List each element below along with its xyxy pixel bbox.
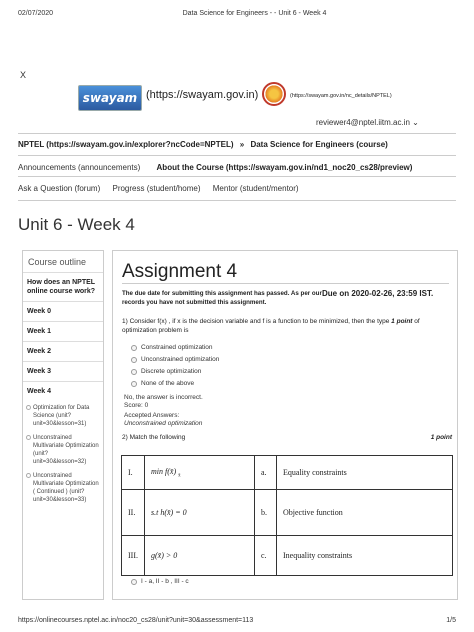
row-expression: s.t h(x̄) = 0 bbox=[144, 489, 255, 536]
page-title: Unit 6 - Week 4 bbox=[18, 215, 135, 234]
q1-option-1[interactable]: Constrained optimization bbox=[131, 344, 213, 351]
close-icon[interactable]: X bbox=[20, 70, 26, 80]
lesson-status-icon bbox=[26, 405, 31, 410]
row-number: I. bbox=[121, 455, 145, 490]
expression: min f(x̄) bbox=[151, 466, 177, 476]
nav-about[interactable]: About the Course (https://swayam.gov.in/… bbox=[157, 163, 413, 172]
print-url: https://onlinecourses.nptel.ac.in/noc20_… bbox=[18, 617, 254, 624]
sidebar-item-week-0[interactable]: Week 0 bbox=[23, 302, 103, 322]
assignment-title: Assignment 4 bbox=[122, 261, 238, 282]
chevron-down-icon: ⌄ bbox=[412, 118, 419, 127]
nptel-link[interactable]: (https://swayam.gov.in/nc_details/NPTEL) bbox=[290, 93, 392, 99]
due-note: The due date for submitting this assignm… bbox=[122, 290, 322, 306]
assignment-panel: Assignment 4 The due date for submitting… bbox=[112, 250, 458, 600]
option-label: Unconstrained optimization bbox=[141, 356, 220, 363]
swayam-logo-text: swayam bbox=[82, 91, 138, 105]
sidebar-item-how-it-works[interactable]: How does an NPTEL online course work? bbox=[23, 273, 103, 302]
option-label: Discrete optimization bbox=[141, 368, 202, 375]
question-1-points: 1 point bbox=[391, 318, 413, 325]
row-letter: a. bbox=[254, 455, 277, 490]
nav-ask-question[interactable]: Ask a Question (forum) bbox=[18, 184, 100, 193]
nav-progress[interactable]: Progress (student/home) bbox=[112, 184, 200, 193]
sidebar-lesson[interactable]: Optimization for Data Science (unit?unit… bbox=[23, 401, 103, 431]
breadcrumb-course[interactable]: Data Science for Engineers (course) bbox=[250, 140, 387, 149]
user-menu[interactable]: reviewer4@nptel.iitm.ac.in ⌄ bbox=[316, 118, 419, 127]
row-description: Equality constraints bbox=[276, 455, 453, 490]
divider bbox=[18, 200, 456, 201]
sidebar-lesson[interactable]: Unconstrained Multivariate Optimization … bbox=[23, 431, 103, 469]
expression-subscript: x̄ bbox=[178, 473, 181, 479]
row-description: Objective function bbox=[276, 489, 453, 536]
print-date: 02/07/2020 bbox=[18, 10, 54, 17]
table-row: I. min f(x̄) x̄ a. Equality constraints bbox=[121, 455, 453, 490]
question-2-points: 1 point bbox=[430, 434, 452, 441]
breadcrumb-nptel[interactable]: NPTEL (https://swayam.gov.in/explorer?nc… bbox=[18, 140, 234, 149]
course-nav-row-1: Announcements (announcements) About the … bbox=[18, 163, 412, 172]
q1-option-2[interactable]: Unconstrained optimization bbox=[131, 356, 219, 363]
radio-icon[interactable] bbox=[131, 356, 137, 363]
q1-accepted-answer: Unconstrained optimization bbox=[124, 420, 203, 427]
lesson-status-icon bbox=[26, 435, 31, 440]
breadcrumb: NPTEL (https://swayam.gov.in/explorer?nc… bbox=[18, 140, 388, 149]
row-letter: c. bbox=[254, 535, 277, 576]
print-title: Data Science for Engineers - - Unit 6 - … bbox=[182, 10, 327, 17]
row-description: Inequality constraints bbox=[276, 535, 453, 576]
print-page-number: 1/5 bbox=[446, 617, 456, 624]
breadcrumb-separator: » bbox=[239, 140, 245, 149]
sidebar-lesson[interactable]: Unconstrained Multivariate Optimization … bbox=[23, 469, 103, 507]
table-row: III. g(x̄) > 0 c. Inequality constraints bbox=[121, 535, 453, 576]
due-date: Due on 2020-02-26, 23:59 IST. bbox=[322, 289, 434, 298]
nptel-logo[interactable] bbox=[262, 82, 286, 106]
sidebar-lesson-label: Unconstrained Multivariate Optimization … bbox=[33, 473, 99, 503]
radio-icon[interactable] bbox=[131, 380, 137, 387]
q1-option-4[interactable]: None of the above bbox=[131, 380, 194, 387]
course-nav-row-2: Ask a Question (forum) Progress (student… bbox=[18, 184, 309, 193]
row-expression: min f(x̄) x̄ bbox=[144, 455, 255, 490]
option-label: Constrained optimization bbox=[141, 344, 213, 351]
nav-mentor[interactable]: Mentor (student/mentor) bbox=[213, 184, 299, 193]
sidebar-item-week-2[interactable]: Week 2 bbox=[23, 342, 103, 362]
sidebar-item-week-3[interactable]: Week 3 bbox=[23, 362, 103, 382]
radio-icon[interactable] bbox=[131, 344, 137, 351]
divider bbox=[122, 283, 449, 284]
divider bbox=[18, 176, 456, 177]
user-email: reviewer4@nptel.iitm.ac.in bbox=[316, 118, 410, 127]
swayam-link[interactable]: (https://swayam.gov.in) bbox=[146, 89, 258, 101]
sidebar-item-week-4[interactable]: Week 4 bbox=[23, 382, 103, 401]
q1-score: Score: 0 bbox=[124, 402, 149, 409]
sidebar-lesson-label: Unconstrained Multivariate Optimization … bbox=[33, 435, 99, 465]
table-row: II. s.t h(x̄) = 0 b. Objective function bbox=[121, 489, 453, 536]
radio-icon[interactable] bbox=[131, 368, 137, 375]
row-number: III. bbox=[121, 535, 145, 576]
row-letter: b. bbox=[254, 489, 277, 536]
print-header: 02/07/2020 Data Science for Engineers - … bbox=[18, 10, 456, 17]
lesson-status-icon bbox=[26, 473, 31, 478]
option-label: I - a, II - b , III - c bbox=[141, 578, 189, 585]
divider bbox=[18, 155, 456, 156]
row-expression: g(x̄) > 0 bbox=[144, 535, 255, 576]
sidebar-item-week-1[interactable]: Week 1 bbox=[23, 322, 103, 342]
match-table: I. min f(x̄) x̄ a. Equality constraints … bbox=[121, 455, 453, 576]
q1-option-3[interactable]: Discrete optimization bbox=[131, 368, 201, 375]
divider bbox=[18, 133, 456, 134]
q2-option-1[interactable]: I - a, II - b , III - c bbox=[131, 578, 189, 585]
sidebar-lesson-label: Optimization for Data Science (unit?unit… bbox=[33, 405, 90, 427]
course-outline-sidebar: Course outline How does an NPTEL online … bbox=[22, 250, 104, 600]
question-1-prompt: 1) Consider f(x) , if x is the decision … bbox=[122, 318, 390, 325]
nav-announcements[interactable]: Announcements (announcements) bbox=[18, 163, 140, 172]
radio-icon[interactable] bbox=[131, 578, 137, 585]
row-number: II. bbox=[121, 489, 145, 536]
sidebar-heading: Course outline bbox=[23, 251, 103, 273]
print-footer: https://onlinecourses.nptel.ac.in/noc20_… bbox=[18, 617, 456, 624]
question-1-text: 1) Consider f(x) , if x is the decision … bbox=[122, 317, 451, 335]
option-label: None of the above bbox=[141, 380, 195, 387]
question-2-prompt: 2) Match the following bbox=[122, 434, 186, 441]
swayam-logo[interactable]: swayam bbox=[78, 85, 142, 111]
